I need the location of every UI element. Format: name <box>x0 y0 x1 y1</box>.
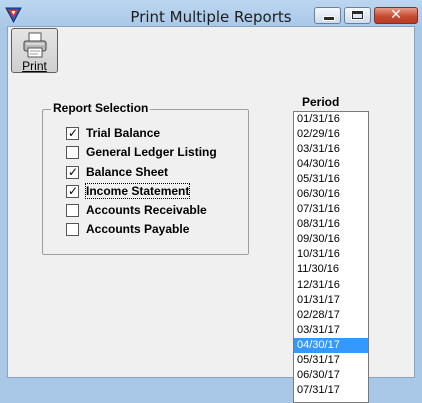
checkbox-balance-sheet[interactable]: ✓ Balance Sheet <box>66 164 168 180</box>
checkbox-trial-balance[interactable]: ✓ Trial Balance <box>66 125 160 141</box>
period-item[interactable]: 11/30/16 <box>294 262 368 277</box>
period-item[interactable]: 03/31/17 <box>294 323 368 338</box>
print-button[interactable]: Print <box>11 28 58 73</box>
checkbox-label: Balance Sheet <box>86 165 169 179</box>
period-item-selected[interactable]: 04/30/17 <box>294 337 368 353</box>
checkbox-label: General Ledger Listing <box>86 145 217 159</box>
close-icon: ✕ <box>390 7 402 23</box>
checkbox-label: Income Statement <box>84 183 191 199</box>
period-item[interactable]: 01/31/17 <box>294 293 368 308</box>
dialog-body: Print Report Selection ✓ Trial Balance G… <box>7 26 415 403</box>
check-icon: ✓ <box>68 164 79 179</box>
period-item[interactable]: 04/30/16 <box>294 157 368 172</box>
checkbox-box[interactable] <box>66 222 79 236</box>
checkbox-accounts-payable[interactable]: Accounts Payable <box>66 221 189 237</box>
period-item[interactable]: 12/31/16 <box>294 278 368 293</box>
report-selection-group: Report Selection ✓ Trial Balance General… <box>42 101 249 255</box>
period-item[interactable]: 05/31/17 <box>294 353 368 368</box>
period-item[interactable]: 02/28/17 <box>294 308 368 323</box>
period-item[interactable]: 06/30/16 <box>294 187 368 202</box>
maximize-button[interactable] <box>344 7 371 24</box>
period-item[interactable]: 02/29/16 <box>294 127 368 142</box>
period-item[interactable]: 09/30/16 <box>294 232 368 247</box>
report-selection-title: Report Selection <box>51 101 151 115</box>
check-icon: ✓ <box>68 125 79 140</box>
checkbox-box[interactable]: ✓ <box>66 164 79 179</box>
checkbox-general-ledger-listing[interactable]: General Ledger Listing <box>66 144 217 160</box>
period-item[interactable]: 05/31/16 <box>294 172 368 187</box>
checkbox-label: Accounts Receivable <box>86 203 207 217</box>
checkbox-box[interactable] <box>66 203 79 217</box>
period-item[interactable]: 03/31/16 <box>294 142 368 157</box>
maximize-icon <box>351 10 364 20</box>
minimize-icon <box>323 16 335 21</box>
period-item[interactable]: 08/31/16 <box>294 217 368 232</box>
checkbox-accounts-receivable[interactable]: Accounts Receivable <box>66 202 207 218</box>
period-listbox[interactable]: 01/31/16 02/29/16 03/31/16 04/30/16 05/3… <box>293 111 369 403</box>
checkbox-label: Accounts Payable <box>86 222 190 236</box>
period-item[interactable]: 01/31/16 <box>294 112 368 127</box>
period-item[interactable]: 10/31/16 <box>294 247 368 262</box>
print-label: Print <box>22 59 47 73</box>
checkbox-box[interactable]: ✓ <box>66 183 79 198</box>
period-item[interactable]: 06/30/17 <box>294 368 368 383</box>
checkbox-box[interactable] <box>66 145 79 159</box>
printer-icon <box>23 32 47 58</box>
period-item[interactable]: 07/31/16 <box>294 202 368 217</box>
close-button[interactable]: ✕ <box>374 7 418 24</box>
checkbox-box[interactable]: ✓ <box>66 125 79 140</box>
period-heading: Period <box>302 95 340 109</box>
check-icon: ✓ <box>68 183 79 198</box>
minimize-button[interactable] <box>314 7 341 24</box>
checkbox-income-statement[interactable]: ✓ Income Statement <box>66 183 191 199</box>
checkbox-label: Trial Balance <box>86 126 161 140</box>
period-item[interactable]: 07/31/17 <box>294 383 368 398</box>
